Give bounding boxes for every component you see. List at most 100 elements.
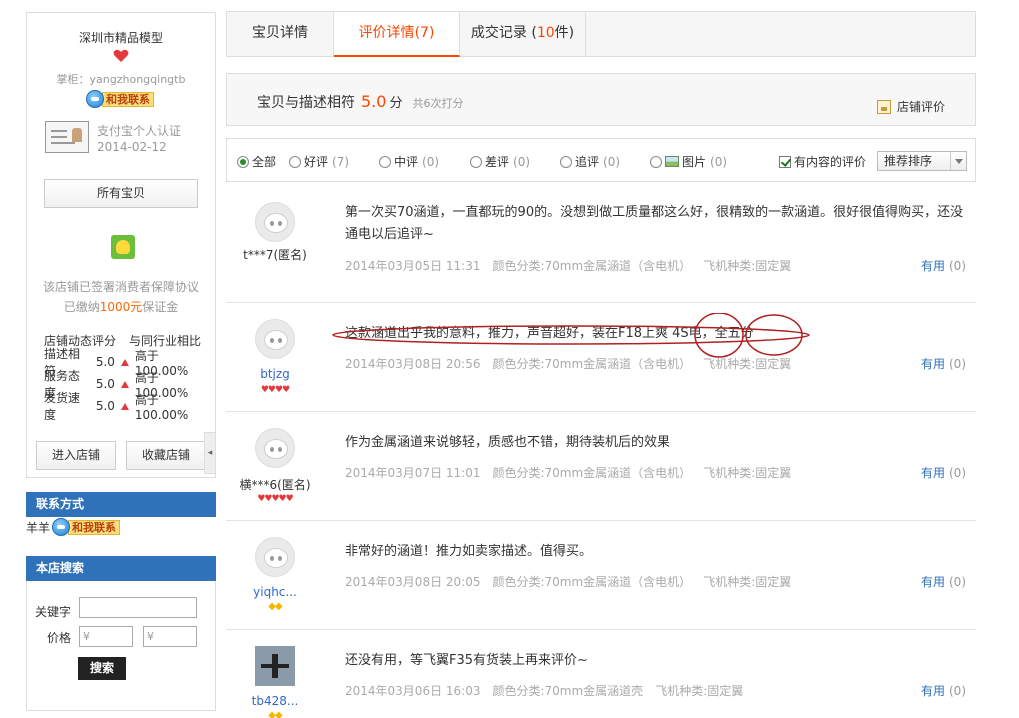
cert-type: 支付宝个人认证 xyxy=(97,124,182,138)
review-date: 2014年03月07日 11:01 xyxy=(345,466,481,480)
tab-deal-records[interactable]: 成交记录 (10件) xyxy=(460,12,586,56)
radio-icon xyxy=(289,155,301,168)
review-date: 2014年03月08日 20:56 xyxy=(345,357,481,371)
reviewer-name: t***7(匿名) xyxy=(243,248,307,262)
price-max-input[interactable]: ¥ xyxy=(143,626,197,647)
buyer-level-hearts: ♥♥♥♥♥ xyxy=(257,494,293,504)
all-items-button[interactable]: 所有宝贝 xyxy=(44,179,198,208)
alipay-cert: 支付宝个人认证 2014-02-12 xyxy=(97,123,181,155)
chevron-down-icon xyxy=(950,152,966,170)
filter-all[interactable]: 全部 xyxy=(237,153,276,170)
arrow-up-icon xyxy=(120,358,129,366)
radio-checked-icon xyxy=(237,155,249,168)
match-score-value: 5.0 xyxy=(361,92,387,111)
useful-button[interactable]: 有用 (0) xyxy=(921,573,966,590)
shop-name[interactable]: 深圳市精品模型 xyxy=(27,29,215,46)
buyer-level-hearts: ♥♥♥♥ xyxy=(260,385,290,395)
shop-search-title: 本店搜索 xyxy=(26,556,216,581)
contact-row: 羊羊 和我联系 xyxy=(26,518,121,536)
review-kind: 飞机种类:固定翼 xyxy=(703,575,792,589)
shop-card: 深圳市精品模型 掌柜：yangzhongqingtb 和我联系 支付宝个人认证 … xyxy=(26,12,216,478)
tab-reviews[interactable]: 评价详情(7) xyxy=(334,11,460,57)
keyword-label: 关键字 xyxy=(35,605,72,619)
review-meta: 2014年03月07日 11:01 颜色分类:70mm金属涵道（含电机） 飞机种类:… xyxy=(345,464,803,481)
review-date: 2014年03月06日 16:03 xyxy=(345,684,481,698)
tab-item-details[interactable]: 宝贝详情 xyxy=(227,12,334,56)
review-text: 还没有用，等飞翼F35有货装上再来评价~ xyxy=(345,653,588,668)
review-date: 2014年03月05日 11:31 xyxy=(345,259,481,273)
deposit-line: 已缴纳1000元保证金 xyxy=(63,300,179,314)
price-min-input[interactable]: ¥ xyxy=(79,626,133,647)
review-filter-bar: 全部 好评 (7) 中评 (0) 差评 (0) 追评 (0) 图片 (0) 有内容的评价 … xyxy=(226,138,976,182)
review-meta: 2014年03月06日 16:03 颜色分类:70mm金属涵道壳 飞机种类:固定翼 xyxy=(345,682,755,699)
deal-count: 10 xyxy=(536,25,555,41)
filter-good[interactable]: 好评 (7) xyxy=(289,153,349,170)
radio-icon xyxy=(650,155,662,168)
radio-icon xyxy=(470,155,482,168)
has-content-checkbox[interactable]: 有内容的评价 xyxy=(779,153,866,170)
contact-label: 和我联系 xyxy=(68,519,121,535)
id-card-icon xyxy=(45,121,89,153)
enter-shop-button[interactable]: 进入店铺 xyxy=(36,441,116,470)
review-text: 非常好的涵道！推力如卖家描述。值得买。 xyxy=(345,544,593,559)
item-tabs: 宝贝详情 评价详情(7) 成交记录 (10件) xyxy=(226,11,976,57)
wangwang-icon xyxy=(86,90,104,108)
avatar[interactable] xyxy=(255,319,295,359)
review-color: 颜色分类:70mm金属涵道（含电机） xyxy=(492,466,692,480)
radio-icon xyxy=(379,155,391,168)
review-color: 颜色分类:70mm金属涵道（含电机） xyxy=(492,575,692,589)
avatar[interactable] xyxy=(255,202,295,242)
contact-seller-button[interactable]: 和我联系 xyxy=(86,90,154,108)
rating-count: 共6次打分 xyxy=(412,97,464,110)
review-kind: 飞机种类:固定翼 xyxy=(703,466,792,480)
buyer-level-diamonds: ◆◆ xyxy=(268,710,282,718)
reviewer-name[interactable]: btjzg xyxy=(226,367,324,381)
reviewer-name[interactable]: tb428... xyxy=(226,694,324,708)
shop-dsr: 店铺动态评分 与同行业相比 描述相符 5.0 高于100.00% 服务态度 5.0 … xyxy=(44,329,212,423)
radio-icon xyxy=(560,155,572,168)
useful-button[interactable]: 有用 (0) xyxy=(921,257,966,274)
contact-box-title: 联系方式 xyxy=(26,492,216,517)
review-kind: 飞机种类:固定翼 xyxy=(703,357,792,371)
search-button[interactable]: 搜索 xyxy=(78,657,126,680)
avatar[interactable] xyxy=(255,537,295,577)
review-date: 2014年03月08日 20:05 xyxy=(345,575,481,589)
price-label: 价格 xyxy=(47,631,72,645)
filter-bad[interactable]: 差评 (0) xyxy=(470,153,530,170)
filter-neutral[interactable]: 中评 (0) xyxy=(379,153,439,170)
useful-button[interactable]: 有用 (0) xyxy=(921,464,966,481)
avatar[interactable] xyxy=(255,428,295,468)
review-item: 横***6(匿名) ♥♥♥♥♥ 作为金属涵道来说够轻，质感也不错，期待装机后的效… xyxy=(226,412,976,521)
review-meta: 2014年03月05日 11:31 颜色分类:70mm金属涵道（含电机） 飞机种类:… xyxy=(345,257,803,274)
heart-icon xyxy=(113,49,129,62)
review-item: yiqhc... ◆◆ 非常好的涵道！推力如卖家描述。值得买。 2014年03月… xyxy=(226,521,976,630)
review-text: 作为金属涵道来说够轻，质感也不错，期待装机后的效果 xyxy=(345,435,671,450)
image-icon xyxy=(665,156,679,167)
useful-button[interactable]: 有用 (0) xyxy=(921,682,966,699)
shop-rating-link[interactable]: 店铺评价 xyxy=(876,98,945,115)
useful-button[interactable]: 有用 (0) xyxy=(921,355,966,372)
filter-append[interactable]: 追评 (0) xyxy=(560,153,620,170)
contact-seller-button[interactable]: 和我联系 xyxy=(52,518,121,536)
review-meta: 2014年03月08日 20:56 颜色分类:70mm金属涵道（含电机） 飞机种类:… xyxy=(345,355,803,372)
buyer-level-diamonds: ◆◆ xyxy=(268,601,282,612)
review-item: tb428... ◆◆ 还没有用，等飞翼F35有货装上再来评价~ 2014年03… xyxy=(226,630,976,718)
favorite-shop-button[interactable]: 收藏店铺 xyxy=(126,441,206,470)
avatar[interactable] xyxy=(255,646,295,686)
checkbox-checked-icon xyxy=(779,155,791,168)
dsr-row: 发货速度 5.0 高于100.00% xyxy=(44,391,189,422)
review-item: t***7(匿名) 第一次买70涵道，一直都玩的90的。没想到做工质量都这么好，… xyxy=(226,186,976,303)
keyword-input[interactable] xyxy=(79,597,197,618)
shop-rating-icon xyxy=(876,99,891,114)
guarantee-text: 该店铺已签署消费者保障协议 已缴纳1000元保证金 xyxy=(27,277,215,317)
review-kind: 飞机种类:固定翼 xyxy=(703,259,792,273)
arrow-up-icon xyxy=(120,402,129,410)
review-color: 颜色分类:70mm金属涵道壳 xyxy=(492,684,644,698)
collapse-sidebar-icon[interactable]: ◂ xyxy=(204,432,216,474)
filter-pics[interactable]: 图片 (0) xyxy=(650,153,727,170)
sort-select[interactable]: 推荐排序 xyxy=(877,151,967,171)
guarantee-icon xyxy=(111,235,135,259)
review-meta: 2014年03月08日 20:05 颜色分类:70mm金属涵道（含电机） 飞机种类:… xyxy=(345,573,803,590)
reviewer-name[interactable]: yiqhc... xyxy=(226,585,324,599)
cert-date: 2014-02-12 xyxy=(97,140,167,154)
